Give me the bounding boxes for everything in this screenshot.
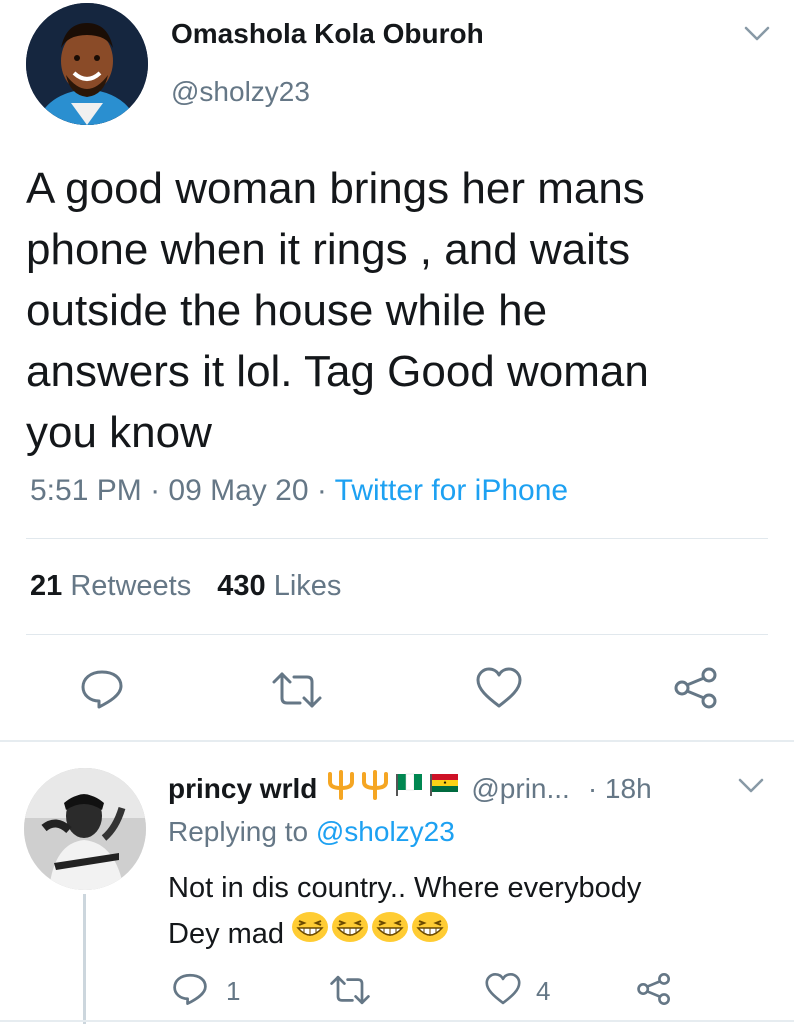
reply-author-name[interactable]: princy wrld <box>168 773 317 805</box>
retweets-label: Retweets <box>70 570 192 602</box>
reply-action-reply-icon[interactable] <box>172 972 208 1006</box>
meta-separator: · <box>316 474 327 507</box>
name-emoji-group <box>325 770 461 807</box>
reply-author-handle[interactable]: @prin... <box>471 773 569 805</box>
reply-time: · 18h <box>587 772 652 804</box>
thread-line <box>83 894 86 1024</box>
tweet-stats: 21 Retweets 430 Likes <box>30 570 341 603</box>
author-handle[interactable]: @sholzy23 <box>171 76 310 108</box>
reply-icon[interactable] <box>80 668 124 710</box>
reply-menu-chevron-icon[interactable] <box>738 778 764 794</box>
reply-header: princy wrld @prin... · 18h <box>168 770 652 807</box>
author-avatar[interactable] <box>26 3 148 125</box>
tweet-date: 09 May 20 <box>168 474 309 507</box>
tweet-time: 5:51 PM <box>30 474 142 507</box>
tweet-source-link[interactable]: Twitter for iPhone <box>335 474 568 507</box>
reply-text-line: Dey mad <box>168 917 285 950</box>
tweet-text: A good woman brings her mans phone when … <box>26 158 649 463</box>
like-count: 4 <box>536 976 551 1006</box>
replying-to: Replying to @sholzy23 <box>168 816 455 848</box>
trident-icon <box>325 770 357 807</box>
grinning-squint-icon <box>330 910 370 957</box>
reply-author-avatar[interactable] <box>24 768 146 890</box>
reply-action-heart-icon[interactable] <box>484 972 522 1006</box>
laugh-emoji-group <box>290 910 450 957</box>
reply-text-line-2: Dey mad <box>168 910 641 957</box>
retweets-stat[interactable]: 21 Retweets <box>30 570 199 602</box>
tweet-text-line: outside the house while he <box>26 286 548 335</box>
divider <box>0 740 794 742</box>
tweet-menu-chevron-icon[interactable] <box>744 26 770 42</box>
share-icon[interactable] <box>673 666 719 710</box>
tweet-text-line: phone when it rings , and waits <box>26 225 631 274</box>
tweet-text-line: A good woman brings her mans <box>26 164 645 213</box>
divider <box>26 538 768 539</box>
reply-action-retweet-icon[interactable] <box>328 974 372 1006</box>
author-name[interactable]: Omashola Kola Oburoh <box>171 18 484 50</box>
ghana-flag-icon <box>429 772 461 805</box>
replying-to-mention[interactable]: @sholzy23 <box>316 816 455 847</box>
likes-stat[interactable]: 430 Likes <box>217 570 341 602</box>
reply-count: 1 <box>226 976 241 1006</box>
divider <box>26 634 768 635</box>
replying-to-prefix: Replying to <box>168 816 309 847</box>
tweet-meta: 5:51 PM · 09 May 20 · Twitter for iPhone <box>30 474 568 508</box>
retweet-icon[interactable] <box>270 670 324 710</box>
divider <box>0 1020 794 1022</box>
trident-icon <box>359 770 391 807</box>
grinning-squint-icon <box>370 910 410 957</box>
reply-text: Not in dis country.. Where everybody Dey… <box>168 866 641 957</box>
meta-separator: · <box>150 474 161 507</box>
reply-action-share-icon[interactable] <box>636 972 672 1006</box>
grinning-squint-icon <box>290 910 330 957</box>
heart-icon[interactable] <box>475 666 523 710</box>
retweets-count: 21 <box>30 570 63 602</box>
tweet-text-line: you know <box>26 408 212 457</box>
likes-label: Likes <box>273 570 342 602</box>
reply-text-line: Not in dis country.. Where everybody <box>168 872 642 904</box>
grinning-squint-icon <box>410 910 450 957</box>
likes-count: 430 <box>217 570 266 602</box>
nigeria-flag-icon <box>395 772 425 805</box>
tweet-text-line: answers it lol. Tag Good woman <box>26 347 649 396</box>
